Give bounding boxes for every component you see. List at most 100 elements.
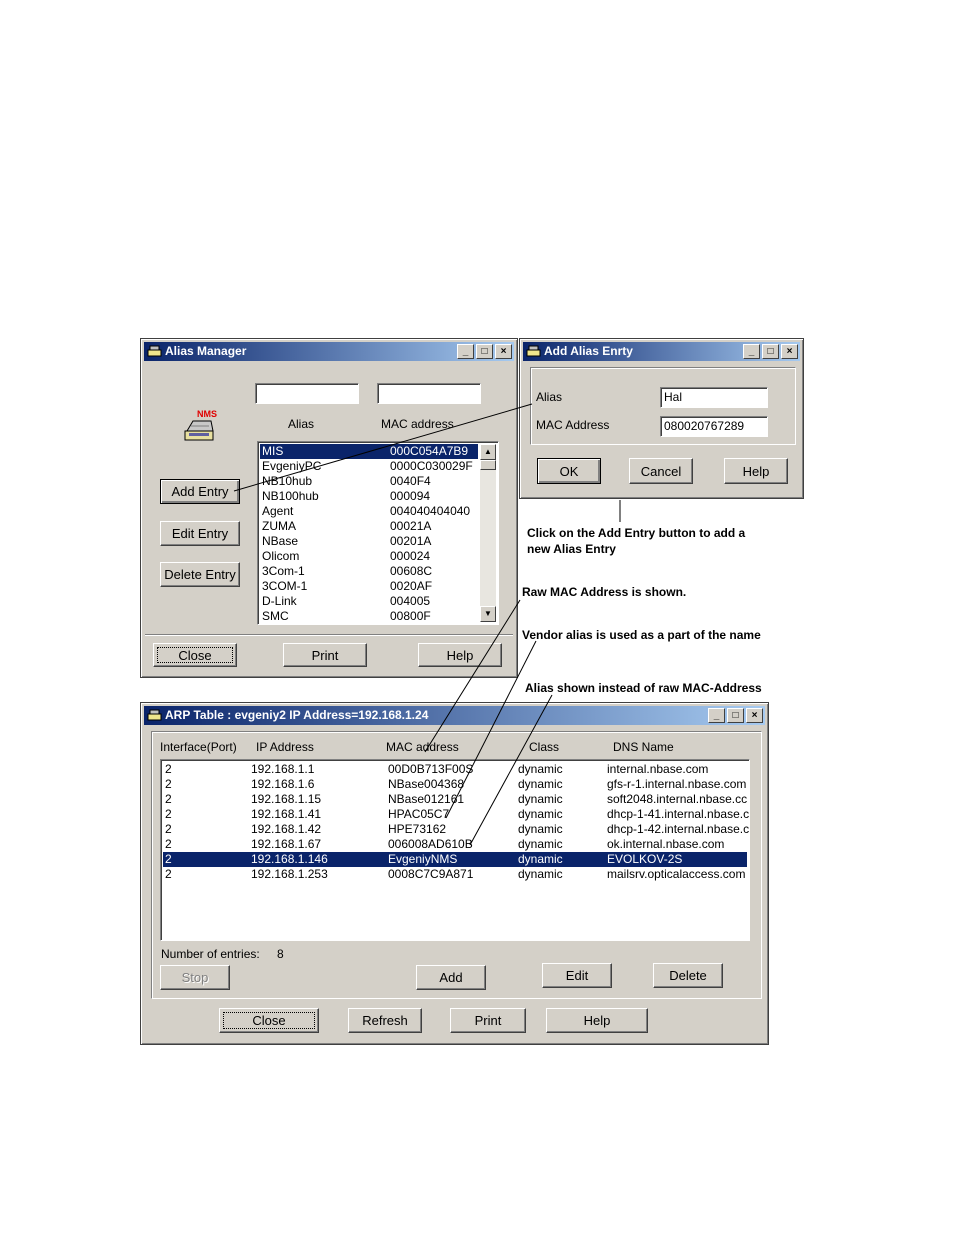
maximize-icon[interactable]: □ <box>727 708 744 723</box>
annotation-vendor-alias: Vendor alias is used as a part of the na… <box>522 628 761 642</box>
mac-cell: 00201A <box>390 534 432 548</box>
stop-button[interactable]: Stop <box>160 965 230 990</box>
scroll-down-icon[interactable]: ▼ <box>480 606 496 622</box>
minimize-icon[interactable]: _ <box>457 344 474 359</box>
alias-filter-input[interactable] <box>255 383 359 404</box>
delete-button[interactable]: Delete <box>653 963 723 988</box>
alias-list[interactable]: MIS 000C054A7B9 EvgeniyPC 0000C030029F NB10h… <box>257 441 499 625</box>
refresh-button[interactable]: Refresh <box>348 1008 422 1033</box>
help-button[interactable]: Help <box>418 643 502 667</box>
column-header-ip: IP Address <box>256 740 314 754</box>
add-alias-window: Add Alias Enrty _ □ × Alias Hal MAC Addres… <box>519 338 804 499</box>
delete-entry-button[interactable]: Delete Entry <box>160 562 240 587</box>
alias-input[interactable]: Hal <box>660 387 768 408</box>
mac-filter-input[interactable] <box>377 383 481 404</box>
close-button[interactable]: Close <box>219 1008 319 1033</box>
alias-list-item[interactable]: NB100hub 000094 <box>260 489 478 504</box>
arp-cell-port: 2 <box>165 867 172 881</box>
window-title: Alias Manager <box>165 344 247 358</box>
divider <box>145 634 513 636</box>
alias-list-item[interactable]: Olicom 000024 <box>260 549 478 564</box>
maximize-icon[interactable]: □ <box>762 344 779 359</box>
arp-cell-mac: HPE73162 <box>388 822 447 836</box>
alias-list-item[interactable]: NB10hub 0040F4 <box>260 474 478 489</box>
arp-table-row[interactable]: 2 192.168.1.6 NBase004368 dynamic gfs-r-1.in… <box>163 777 747 792</box>
arp-table-row[interactable]: 2 192.168.1.42 HPE73162 dynamic dhcp-1-42.in… <box>163 822 749 837</box>
arp-cell-class: dynamic <box>518 807 563 821</box>
minimize-icon[interactable]: _ <box>743 344 760 359</box>
column-header-alias: Alias <box>288 417 315 431</box>
arp-cell-class: dynamic <box>518 852 563 866</box>
cancel-button[interactable]: Cancel <box>629 458 693 484</box>
arp-cell-class: dynamic <box>518 867 563 881</box>
column-header-mac: MAC address <box>386 740 459 754</box>
arp-table-row[interactable]: 2 192.168.1.146 EvgeniyNMS dynamic EVOLKOV-2… <box>163 852 747 867</box>
close-icon[interactable]: × <box>495 344 512 359</box>
minimize-icon[interactable]: _ <box>708 708 725 723</box>
arp-cell-class: dynamic <box>518 837 563 851</box>
arp-cell-ip: 192.168.1.253 <box>251 867 328 881</box>
help-button[interactable]: Help <box>724 458 788 484</box>
mac-cell: 000094 <box>390 489 431 503</box>
add-button[interactable]: Add <box>416 965 486 990</box>
arp-cell-mac: EvgeniyNMS <box>388 852 458 866</box>
add-alias-titlebar[interactable]: Add Alias Enrty _ □ × <box>523 342 800 361</box>
alias-list-scrollbar[interactable]: ▲ ▼ <box>480 444 496 622</box>
mac-cell: 0020AF <box>390 579 433 593</box>
alias-list-item[interactable]: EvgeniyPC 0000C030029F <box>260 459 478 474</box>
close-icon[interactable]: × <box>781 344 798 359</box>
alias-cell: NB10hub <box>262 474 313 488</box>
arp-cell-class: dynamic <box>518 777 563 791</box>
print-button[interactable]: Print <box>450 1008 526 1033</box>
alias-list-item[interactable]: NBase 00201A <box>260 534 478 549</box>
arp-cell-dns: dhcp-1-41.internal.nbase.c <box>607 807 750 821</box>
scroll-up-icon[interactable]: ▲ <box>480 444 496 460</box>
annotation-alias-instead: Alias shown instead of raw MAC-Address <box>525 681 762 695</box>
arp-cell-mac: 00D0B713F00S <box>388 762 474 776</box>
mac-cell: 004005 <box>390 594 431 608</box>
mac-cell: 000C054A7B9 <box>390 444 469 458</box>
arp-table-row[interactable]: 2 192.168.1.1 00D0B713F00S dynamic internal.… <box>163 762 747 777</box>
arp-cell-dns: mailsrv.opticalaccess.com <box>607 867 746 881</box>
annotation-raw-mac: Raw MAC Address is shown. <box>522 585 687 599</box>
alias-cell: 3COM-1 <box>262 579 308 593</box>
add-entry-button[interactable]: Add Entry <box>160 479 240 504</box>
alias-cell: ZUMA <box>262 519 296 533</box>
alias-list-item[interactable]: MIS 000C054A7B9 <box>260 444 478 459</box>
alias-cell: Agent <box>262 504 294 518</box>
close-icon[interactable]: × <box>746 708 763 723</box>
arp-cell-port: 2 <box>165 807 172 821</box>
alias-list-item[interactable]: ZUMA 00021A <box>260 519 478 534</box>
alias-list-item[interactable]: 3Com-1 00608C <box>260 564 478 579</box>
arp-table-row[interactable]: 2 192.168.1.253 0008C7C9A871 dynamic mailsrv… <box>163 867 747 882</box>
arp-cell-ip: 192.168.1.67 <box>251 837 322 851</box>
edit-entry-button[interactable]: Edit Entry <box>160 521 240 546</box>
arp-table-row[interactable]: 2 192.168.1.15 NBase012161 dynamic soft2048.… <box>163 792 747 807</box>
mac-cell: 000024 <box>390 549 431 563</box>
mac-cell: 00608C <box>390 564 433 578</box>
alias-list-item[interactable]: Agent 004040404040 <box>260 504 478 519</box>
arp-cell-port: 2 <box>165 777 172 791</box>
arp-cell-class: dynamic <box>518 762 563 776</box>
alias-manager-titlebar[interactable]: Alias Manager _ □ × <box>144 342 514 361</box>
arp-table-row[interactable]: 2 192.168.1.67 006008AD610B dynamic ok.inter… <box>163 837 747 852</box>
alias-cell: EvgeniyPC <box>262 459 322 473</box>
help-button[interactable]: Help <box>546 1008 648 1033</box>
arp-cell-ip: 192.168.1.6 <box>251 777 315 791</box>
arp-cell-dns: internal.nbase.com <box>607 762 709 776</box>
alias-list-item[interactable]: 3COM-1 0020AF <box>260 579 478 594</box>
alias-list-item[interactable]: D-Link 004005 <box>260 594 478 609</box>
arp-table-titlebar[interactable]: ARP Table : evgeniy2 IP Address=192.168.… <box>144 706 765 725</box>
print-button[interactable]: Print <box>283 643 367 667</box>
ok-button[interactable]: OK <box>537 458 601 484</box>
edit-button[interactable]: Edit <box>542 963 612 988</box>
scroll-thumb[interactable] <box>480 460 496 470</box>
column-header-class: Class <box>529 740 560 754</box>
maximize-icon[interactable]: □ <box>476 344 493 359</box>
arp-table-row[interactable]: 2 192.168.1.41 HPAC05C7 dynamic dhcp-1-41.in… <box>163 807 750 822</box>
arp-list[interactable]: 2 192.168.1.1 00D0B713F00S dynamic internal.… <box>160 759 750 941</box>
alias-list-item[interactable]: SMC 00800F <box>260 609 478 624</box>
close-button[interactable]: Close <box>153 643 237 667</box>
mac-address-input[interactable]: 080020767289 <box>660 416 768 437</box>
mac-cell: 004040404040 <box>390 504 471 518</box>
